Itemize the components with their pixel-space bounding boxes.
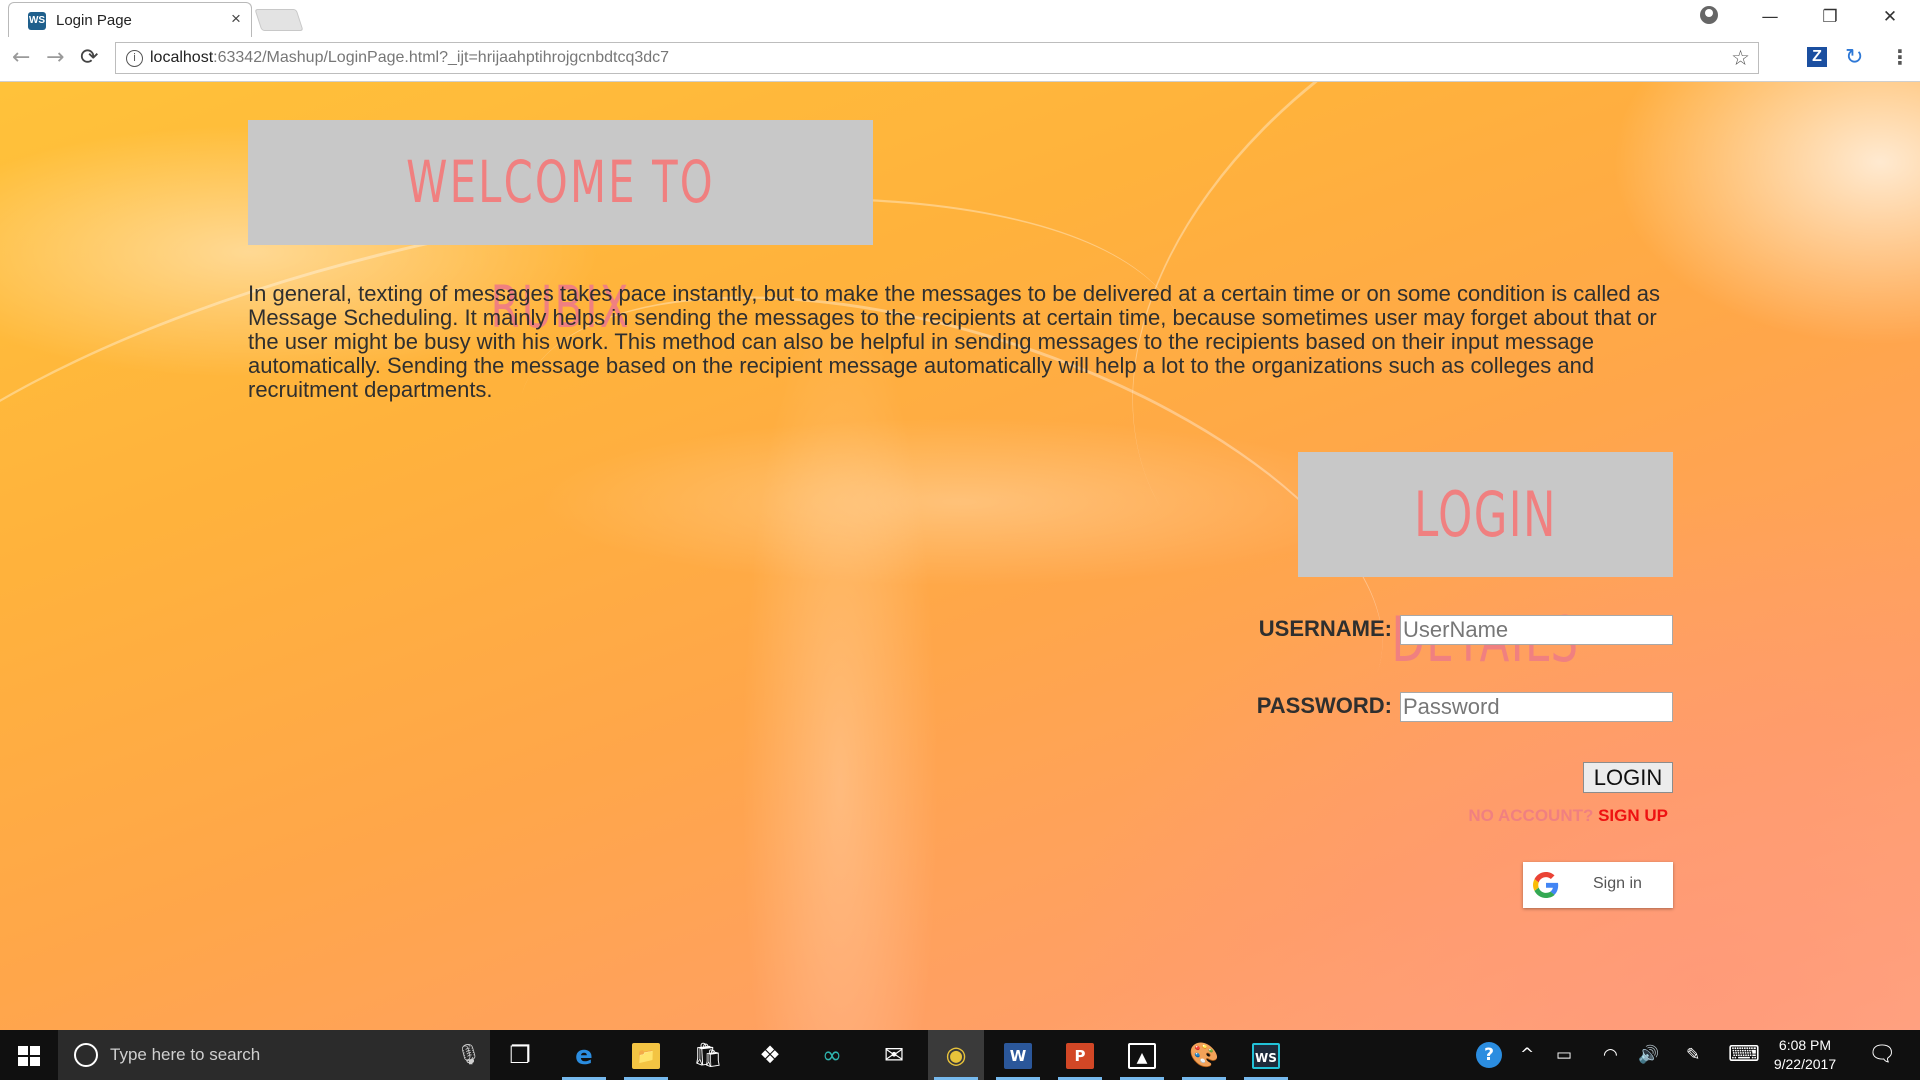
word-icon[interactable]: W bbox=[990, 1030, 1046, 1080]
dropbox-glyph: ❖ bbox=[759, 1041, 781, 1069]
login-button[interactable]: LOGIN bbox=[1583, 762, 1673, 793]
back-arrow-icon[interactable]: ← bbox=[12, 46, 30, 70]
wifi-icon[interactable]: ◠ bbox=[1603, 1030, 1618, 1080]
bookmark-star-icon[interactable]: ☆ bbox=[1731, 46, 1750, 70]
taskbar-clock[interactable]: 6:08 PM 9/22/2017 bbox=[1760, 1036, 1850, 1074]
help-icon[interactable]: ? bbox=[1476, 1042, 1502, 1068]
webstorm-favicon-icon: WS bbox=[28, 12, 46, 30]
zotero-extension-icon[interactable]: Z bbox=[1807, 47, 1827, 67]
task-view-icon[interactable]: ❐ bbox=[492, 1030, 548, 1080]
profile-icon[interactable] bbox=[1700, 6, 1718, 24]
paint-glyph: 🎨 bbox=[1189, 1041, 1219, 1069]
powerpoint-glyph: P bbox=[1066, 1043, 1094, 1069]
tab-close-icon[interactable]: × bbox=[231, 9, 241, 29]
store-icon[interactable]: 🛍 bbox=[680, 1030, 736, 1080]
touch-keyboard-icon[interactable]: ⌨ bbox=[1728, 1030, 1760, 1080]
photos-glyph: ▲ bbox=[1128, 1043, 1156, 1069]
login-details-title: LOGIN DETAILS bbox=[1391, 478, 1578, 676]
welcome-banner: WELCOME TO RUBIX bbox=[248, 120, 873, 341]
task-view-glyph: ❐ bbox=[509, 1041, 531, 1069]
minimize-button[interactable]: — bbox=[1740, 7, 1800, 27]
welcome-title: WELCOME TO RUBIX bbox=[406, 148, 715, 341]
signup-prompt: NO ACCOUNT? SIGN UP bbox=[1460, 806, 1668, 826]
sign-up-link[interactable]: SIGN UP bbox=[1598, 806, 1668, 825]
windows-taskbar: Type here to search 🎙 ❐ e 📁 🛍 ❖ ∞ ✉ ◉ W … bbox=[0, 1030, 1920, 1080]
file-explorer-glyph: 📁 bbox=[632, 1043, 660, 1069]
start-tile bbox=[18, 1046, 28, 1055]
photos-icon[interactable]: ▲ bbox=[1114, 1030, 1170, 1080]
start-tile bbox=[30, 1057, 40, 1066]
show-hidden-icons-icon[interactable]: ^ bbox=[1520, 1030, 1534, 1080]
new-tab-button[interactable] bbox=[254, 9, 304, 31]
page-viewport: WELCOME TO RUBIX In general, texting of … bbox=[0, 82, 1920, 1030]
dropbox-icon[interactable]: ❖ bbox=[742, 1030, 798, 1080]
window-controls: — ❐ ✕ bbox=[1740, 0, 1920, 34]
arduino-icon[interactable]: ∞ bbox=[804, 1030, 860, 1080]
start-tile bbox=[30, 1046, 40, 1055]
site-info-icon[interactable]: i bbox=[126, 50, 143, 67]
mail-icon[interactable]: ✉ bbox=[866, 1030, 922, 1080]
clock-time: 6:08 PM bbox=[1778, 1037, 1832, 1053]
username-label: USERNAME: bbox=[1258, 616, 1392, 641]
clock-date: 9/22/2017 bbox=[1773, 1056, 1837, 1072]
start-tile bbox=[18, 1057, 28, 1066]
url-path: :63342/Mashup/LoginPage.html?_ijt=hrijaa… bbox=[213, 49, 670, 66]
browser-tab-bar: WS Login Page × — ❐ ✕ bbox=[0, 0, 1920, 37]
webstorm-icon[interactable]: WS bbox=[1238, 1030, 1294, 1080]
browser-toolbar: ← → ⟳ i localhost:63342/Mashup/LoginPage… bbox=[0, 37, 1920, 82]
volume-icon[interactable]: 🔊 bbox=[1638, 1030, 1659, 1080]
windows-start-icon[interactable] bbox=[18, 1046, 40, 1066]
sync-extension-icon[interactable]: ↻ bbox=[1845, 45, 1863, 70]
search-placeholder: Type here to search bbox=[110, 1045, 261, 1064]
password-label: PASSWORD: bbox=[1256, 693, 1392, 718]
intro-paragraph: In general, texting of messages takes pa… bbox=[248, 281, 1661, 402]
close-window-button[interactable]: ✕ bbox=[1860, 7, 1920, 27]
chrome-icon[interactable]: ◉ bbox=[928, 1030, 984, 1080]
action-center-icon[interactable]: 🗨 bbox=[1868, 1042, 1896, 1067]
google-sign-in-button[interactable]: Sign in bbox=[1523, 862, 1673, 908]
word-glyph: W bbox=[1004, 1043, 1032, 1069]
webstorm-glyph: WS bbox=[1252, 1043, 1280, 1069]
tab-title: Login Page bbox=[56, 12, 132, 29]
username-input[interactable] bbox=[1400, 615, 1673, 645]
address-bar[interactable]: i localhost:63342/Mashup/LoginPage.html?… bbox=[115, 42, 1759, 74]
url-text: localhost:63342/Mashup/LoginPage.html?_i… bbox=[150, 49, 669, 67]
browser-menu-icon[interactable]: ⋮ bbox=[1890, 45, 1910, 69]
store-glyph: 🛍 bbox=[692, 1041, 724, 1069]
battery-icon[interactable]: ▭ bbox=[1556, 1030, 1572, 1080]
password-input[interactable] bbox=[1400, 692, 1673, 722]
browser-tab-login-page[interactable]: WS Login Page × bbox=[8, 2, 252, 37]
file-explorer-icon[interactable]: 📁 bbox=[618, 1030, 674, 1080]
no-account-text: NO ACCOUNT? bbox=[1468, 806, 1594, 825]
mail-glyph: ✉ bbox=[883, 1041, 905, 1069]
chrome-glyph: ◉ bbox=[945, 1041, 967, 1069]
login-details-banner: LOGIN DETAILS bbox=[1298, 452, 1673, 676]
reload-icon[interactable]: ⟳ bbox=[80, 46, 98, 70]
arduino-glyph: ∞ bbox=[822, 1041, 842, 1069]
taskbar-search-box[interactable]: Type here to search 🎙 bbox=[58, 1030, 490, 1080]
edge-glyph: e bbox=[575, 1041, 593, 1071]
url-host: localhost bbox=[150, 49, 214, 66]
google-sign-in-label: Sign in bbox=[1593, 875, 1642, 892]
microphone-icon[interactable]: 🎙 bbox=[456, 1042, 481, 1066]
powerpoint-icon[interactable]: P bbox=[1052, 1030, 1108, 1080]
cortana-icon bbox=[74, 1043, 98, 1067]
forward-arrow-icon[interactable]: → bbox=[46, 46, 64, 70]
edge-icon[interactable]: e bbox=[556, 1030, 612, 1080]
pen-workspace-icon[interactable]: ✎ bbox=[1686, 1030, 1700, 1080]
google-logo-icon bbox=[1533, 872, 1559, 898]
restore-button[interactable]: ❐ bbox=[1800, 7, 1860, 27]
paint-icon[interactable]: 🎨 bbox=[1176, 1030, 1232, 1080]
